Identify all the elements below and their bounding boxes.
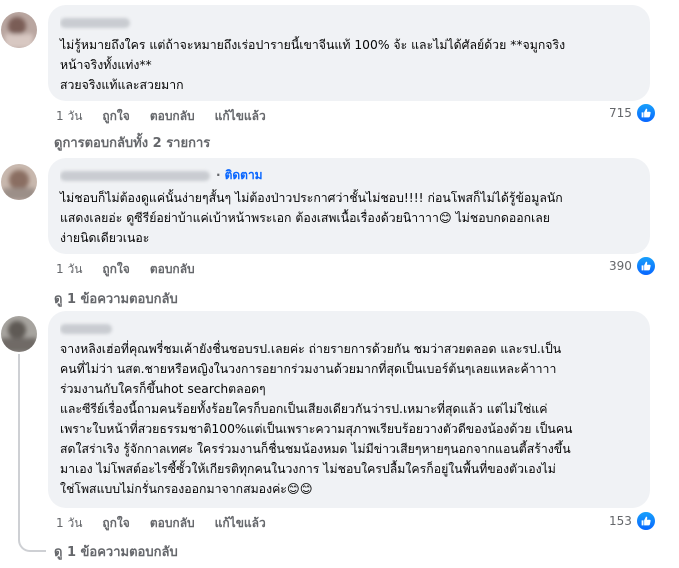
thread-connector-curve xyxy=(18,538,46,552)
comment-line: เพราะใบหน้าที่สวยธรรมชาติ100%แต่เป็นเพรา… xyxy=(60,422,573,436)
comment-line: มาเอง ไม่โพสต์อะไรซี้ซั้วให้เกียรติทุกคน… xyxy=(60,462,556,476)
blurred-avatar-icon xyxy=(1,12,37,48)
edited-label[interactable]: แก้ไขแล้ว xyxy=(215,514,266,533)
comment-line: คนที่ไม่ว่า นสต.ชายหรือหญิงในวงการอยากร่… xyxy=(60,362,557,376)
reaction-count[interactable]: 153 xyxy=(609,511,656,531)
thread-connector xyxy=(18,354,20,538)
reaction-count-value: 390 xyxy=(609,259,632,273)
comment-line: ไม่ชอบก็ไม่ต้องดูแค่นั้นง่ายๆสั้นๆ ไม่ต้… xyxy=(60,191,563,205)
comment-text: จางหลิงเฮ่อที่คุณพรี่ชมเค้ายังชื่นชอบรป.… xyxy=(60,339,638,499)
reply-button[interactable]: ตอบกลับ xyxy=(150,260,195,279)
comment-time[interactable]: 1 วัน xyxy=(56,260,82,279)
comment-actions: 1 วัน ถูกใจ ตอบกลับ แก้ไขแล้ว xyxy=(56,107,286,126)
comment-line: จางหลิงเฮ่อที่คุณพรี่ชมเค้ายังชื่นชอบรป.… xyxy=(60,342,562,356)
comment-author[interactable]: · ติดตาม xyxy=(60,166,638,184)
comment-text: ไม่ชอบก็ไม่ต้องดูแค่นั้นง่ายๆสั้นๆ ไม่ต้… xyxy=(60,188,638,248)
comment-bubble: ไม่รู้หมายถึงใคร แต่ถ้าจะหมายถึงเร่อปารา… xyxy=(48,5,650,101)
comment-line: สดใสร่าเริง รู้จักกาลเทศะ ใครร่วมงานก็ชื… xyxy=(60,442,571,456)
comment-actions: 1 วัน ถูกใจ ตอบกลับ xyxy=(56,260,215,279)
comment-time[interactable]: 1 วัน xyxy=(56,514,82,533)
comment-line: และซีรีย์เรื่องนี้ถามคนร้อยทั้งร้อยใครก็… xyxy=(60,402,548,416)
view-replies-link[interactable]: ดู 1 ข้อความตอบกลับ xyxy=(54,541,178,562)
view-replies-link[interactable]: ดูการตอบกลับทั้ง 2 รายการ xyxy=(54,132,210,153)
reaction-count[interactable]: 715 xyxy=(609,103,656,123)
comment-actions: 1 วัน ถูกใจ ตอบกลับ แก้ไขแล้ว xyxy=(56,514,286,533)
thumbs-up-icon xyxy=(635,511,656,531)
reaction-count-value: 715 xyxy=(609,106,632,120)
follow-button[interactable]: ติดตาม xyxy=(225,168,263,182)
comment-author[interactable] xyxy=(60,319,638,337)
reaction-count-value: 153 xyxy=(609,514,632,528)
comment-line: หน้าจริงทั้งแท่ง** xyxy=(60,58,152,72)
avatar[interactable] xyxy=(1,316,37,352)
redacted-name xyxy=(60,170,210,181)
like-button[interactable]: ถูกใจ xyxy=(102,514,129,533)
comment-bubble: จางหลิงเฮ่อที่คุณพรี่ชมเค้ายังชื่นชอบรป.… xyxy=(48,311,650,508)
like-button[interactable]: ถูกใจ xyxy=(102,260,129,279)
thumbs-up-icon xyxy=(635,256,656,276)
view-replies-link[interactable]: ดู 1 ข้อความตอบกลับ xyxy=(54,288,178,309)
like-button[interactable]: ถูกใจ xyxy=(102,107,129,126)
comment-line: ร่วมงานกับใครก็ขึ้นhot searchตลอดๆ xyxy=(60,382,266,396)
avatar[interactable] xyxy=(1,164,37,200)
comment-line: แสดงเลยอ่ะ ดูซีรีย์อย่าบ้าแค่เบ้าหน้าพระ… xyxy=(60,211,551,225)
comment-text: ไม่รู้หมายถึงใคร แต่ถ้าจะหมายถึงเร่อปารา… xyxy=(60,35,638,95)
redacted-name xyxy=(60,323,112,334)
redacted-name xyxy=(60,17,130,28)
reply-button[interactable]: ตอบกลับ xyxy=(150,107,195,126)
comment-line: ไม่รู้หมายถึงใคร แต่ถ้าจะหมายถึงเร่อปารา… xyxy=(60,38,566,52)
edited-label[interactable]: แก้ไขแล้ว xyxy=(215,107,266,126)
comment-line: ใช่โพสแบบไม่กรั่นกรองออกมาจากสมองค่ะ😊😊 xyxy=(60,482,313,496)
blurred-avatar-icon xyxy=(1,316,37,352)
blurred-avatar-icon xyxy=(1,164,37,200)
comment-author[interactable] xyxy=(60,13,638,31)
comment-time[interactable]: 1 วัน xyxy=(56,107,82,126)
reply-button[interactable]: ตอบกลับ xyxy=(150,514,195,533)
thumbs-up-icon xyxy=(635,103,656,123)
comment-line: ง่ายนิดเดียวเนอะ xyxy=(60,231,150,245)
comment-line: สวยจริงแท้และสวยมาก xyxy=(60,78,184,92)
comment-bubble: · ติดตาม ไม่ชอบก็ไม่ต้องดูแค่นั้นง่ายๆสั้… xyxy=(48,158,650,254)
avatar[interactable] xyxy=(1,12,37,48)
reaction-count[interactable]: 390 xyxy=(609,256,656,276)
